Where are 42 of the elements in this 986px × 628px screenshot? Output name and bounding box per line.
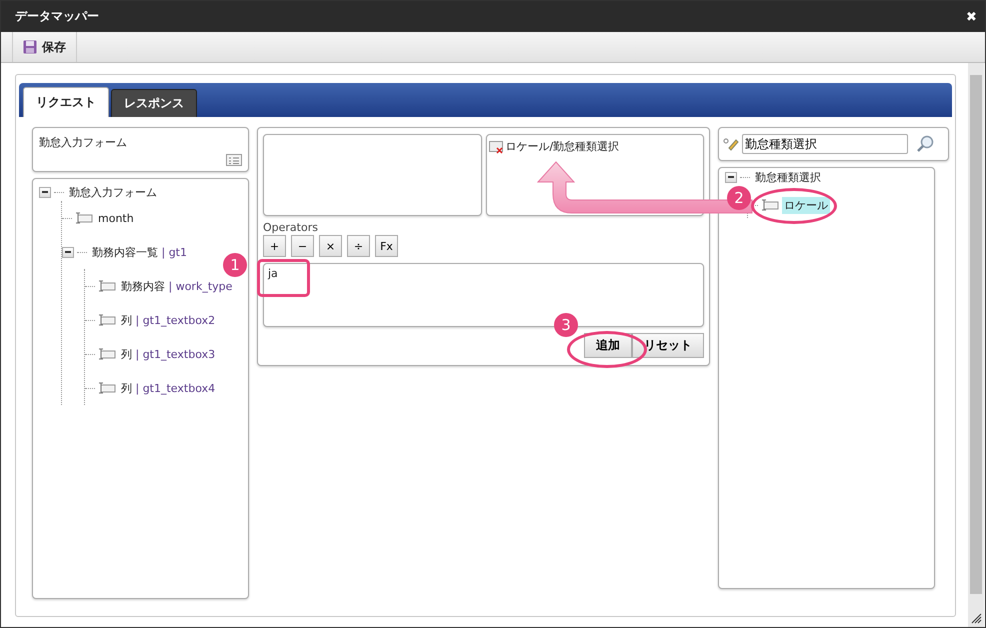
collapse-toggle[interactable]: [39, 186, 51, 198]
field-icon: [98, 348, 116, 360]
collapse-toggle[interactable]: [725, 172, 737, 182]
tree-item[interactable]: 列 | gt1_textbox2: [119, 312, 218, 328]
field-remove-icon: [488, 140, 504, 154]
operator-button[interactable]: Fx: [375, 235, 398, 257]
operator-button[interactable]: −: [291, 235, 314, 257]
collapse-toggle[interactable]: [62, 246, 74, 258]
tab[interactable]: リクエスト: [23, 87, 109, 117]
operator-button[interactable]: ×: [319, 235, 342, 257]
field-icon: [761, 199, 779, 211]
floppy-icon: [23, 40, 37, 54]
tree-item[interactable]: 勤務内容 | work_type: [119, 278, 234, 294]
tree-item[interactable]: 列 | gt1_textbox4: [119, 380, 218, 396]
form-icon: [226, 154, 242, 166]
tree-item[interactable]: ロケール: [782, 196, 830, 214]
resize-grip-icon[interactable]: [970, 612, 982, 624]
field-icon: [98, 314, 116, 326]
search-icon[interactable]: [915, 134, 935, 154]
add-button[interactable]: 追加: [584, 333, 632, 358]
field-icon: [98, 382, 116, 394]
tree-item[interactable]: 列 | gt1_textbox3: [119, 346, 218, 362]
field-icon: [98, 280, 116, 292]
save-button[interactable]: 保存: [12, 32, 77, 62]
operator-button[interactable]: ÷: [347, 235, 370, 257]
operator-button[interactable]: +: [263, 235, 286, 257]
window-title: データマッパー: [15, 8, 99, 25]
tree-item[interactable]: 勤務内容一覧 | gt1: [90, 244, 189, 260]
field-icon: [75, 212, 93, 224]
tab[interactable]: レスポンス: [111, 89, 197, 117]
search-field[interactable]: 勤怠種類選択: [742, 134, 908, 154]
reset-button[interactable]: リセット: [632, 333, 704, 358]
close-button[interactable]: ✖: [966, 9, 977, 24]
tree-item[interactable]: 勤怠入力フォーム: [67, 184, 159, 200]
pencil-icon: [723, 137, 739, 151]
operators-label: Operators: [263, 221, 319, 234]
tree-item[interactable]: month: [96, 210, 136, 226]
highlight-frame: [257, 259, 310, 297]
target-item[interactable]: ロケール/勤怠種類選択: [506, 139, 620, 154]
form-title: 勤怠入力フォーム: [39, 135, 128, 150]
scrollbar[interactable]: [968, 63, 984, 627]
tree-item[interactable]: 勤怠種類選択: [753, 168, 823, 186]
